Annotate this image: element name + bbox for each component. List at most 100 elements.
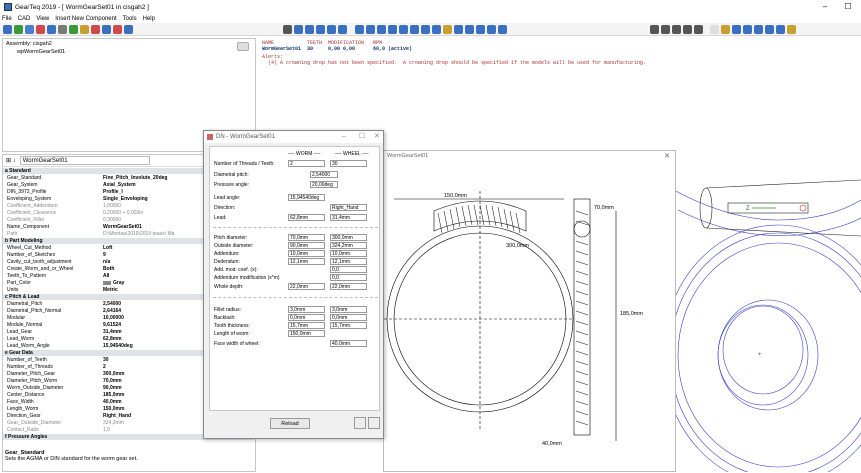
rotate-icon[interactable] bbox=[294, 25, 303, 34]
property-value[interactable]: 30 bbox=[103, 357, 109, 363]
property-value[interactable]: 324,2mm bbox=[103, 420, 124, 426]
menu-cad[interactable]: CAD bbox=[18, 16, 31, 22]
threads-stepper[interactable]: 2 bbox=[288, 160, 325, 167]
dialog-maximize-button[interactable]: ☐ bbox=[359, 131, 365, 143]
ded-wheel-field[interactable]: 12,1mm bbox=[330, 258, 367, 265]
property-value[interactable]: Gray bbox=[103, 280, 124, 286]
gear-icon[interactable] bbox=[91, 25, 100, 34]
light-icon[interactable] bbox=[443, 25, 452, 34]
wd-wheel-field[interactable]: 22,0mm bbox=[330, 283, 367, 290]
print-icon[interactable] bbox=[283, 25, 292, 34]
gear-icon[interactable] bbox=[36, 25, 45, 34]
add-wheel-field[interactable]: 10,0mm bbox=[330, 250, 367, 257]
ded-worm-field[interactable]: 12,1mm bbox=[288, 258, 325, 265]
property-value[interactable]: 90,0mm bbox=[103, 385, 122, 391]
settings-icon[interactable] bbox=[368, 417, 380, 429]
view-icon[interactable] bbox=[421, 25, 430, 34]
grid-icon[interactable] bbox=[487, 25, 496, 34]
fr-wheel-field[interactable]: 3,0mm bbox=[330, 306, 367, 313]
menu-view[interactable]: View bbox=[36, 16, 49, 22]
menu-insert[interactable]: Insert New Component bbox=[55, 16, 116, 22]
la-field[interactable]: 15,94540deg bbox=[288, 194, 325, 201]
gear-icon[interactable] bbox=[25, 25, 34, 34]
new-icon[interactable] bbox=[710, 25, 719, 34]
am-field[interactable]: 0,0 bbox=[330, 274, 367, 281]
gear-icon[interactable] bbox=[3, 25, 12, 34]
worm-icon[interactable] bbox=[124, 25, 133, 34]
lead-wheel-field[interactable]: 31,4mm bbox=[330, 214, 367, 221]
gear-icon[interactable] bbox=[776, 25, 785, 34]
view-icon[interactable] bbox=[388, 25, 397, 34]
view-icon[interactable] bbox=[355, 25, 364, 34]
property-value[interactable]: 0,20000 + 0,002in bbox=[103, 210, 143, 216]
tt-wheel-field[interactable]: 15,7mm bbox=[330, 322, 367, 329]
settings-icon[interactable] bbox=[787, 25, 796, 34]
property-value[interactable]: 0,30000 bbox=[103, 217, 121, 223]
property-value[interactable]: n/a bbox=[103, 259, 110, 265]
teeth-stepper[interactable]: 30 bbox=[330, 160, 367, 167]
sphere-icon[interactable] bbox=[432, 25, 441, 34]
gear-icon[interactable] bbox=[80, 25, 89, 34]
tree-item[interactable]: wpWormGearSet01 bbox=[17, 49, 65, 55]
pan-icon[interactable] bbox=[327, 25, 336, 34]
step-forward-icon[interactable] bbox=[694, 25, 703, 34]
property-value[interactable]: Single_Enveloping bbox=[103, 196, 148, 202]
tt-worm-field[interactable]: 15,7mm bbox=[288, 322, 325, 329]
property-value[interactable]: 70,0mm bbox=[103, 378, 122, 384]
property-value[interactable]: 9 bbox=[103, 252, 106, 258]
reload-button[interactable]: Reload bbox=[270, 418, 310, 429]
property-value[interactable]: 2 bbox=[103, 364, 106, 370]
bl-worm-field[interactable]: 0,0mm bbox=[288, 314, 325, 321]
property-value[interactable]: 150,0mm bbox=[103, 406, 124, 412]
pause-icon[interactable] bbox=[650, 25, 659, 34]
gear-icon[interactable] bbox=[14, 25, 23, 34]
property-value[interactable]: Right_Hand bbox=[103, 413, 131, 419]
gear-icon[interactable] bbox=[69, 25, 78, 34]
od-wheel-field[interactable]: 324,2mm bbox=[330, 242, 367, 249]
dp-field[interactable]: 2,54000 bbox=[310, 171, 338, 178]
view-icon[interactable] bbox=[366, 25, 375, 34]
property-value[interactable]: D:\Montaa\2019\2019 teaas\ Ma bbox=[103, 231, 174, 237]
menu-tools[interactable]: Tools bbox=[123, 16, 137, 22]
property-value[interactable]: 15,94540deg bbox=[103, 343, 133, 349]
menu-help[interactable]: Help bbox=[143, 16, 155, 22]
property-value[interactable]: 31,4mm bbox=[103, 329, 122, 335]
camera-icon[interactable] bbox=[237, 42, 249, 51]
open-icon[interactable] bbox=[721, 25, 730, 34]
property-value[interactable]: Axial_System bbox=[103, 182, 136, 188]
fr-worm-field[interactable]: 3,0mm bbox=[288, 306, 325, 313]
property-value[interactable]: All bbox=[103, 273, 109, 279]
export-icon[interactable] bbox=[765, 25, 774, 34]
amc-field[interactable]: 0,0 bbox=[330, 266, 367, 273]
bl-wheel-field[interactable]: 0,0mm bbox=[330, 314, 367, 321]
component-selector[interactable]: WormGearSet01 bbox=[19, 156, 150, 165]
grid-icon[interactable] bbox=[465, 25, 474, 34]
property-value[interactable]: 40,0mm bbox=[103, 399, 122, 405]
tree-root[interactable]: Assembly: cisgah2 bbox=[6, 41, 52, 47]
dialog-minimize-button[interactable]: – bbox=[342, 131, 346, 143]
screw-icon[interactable] bbox=[58, 25, 67, 34]
section-icon[interactable] bbox=[454, 25, 463, 34]
rewind-icon[interactable] bbox=[672, 25, 681, 34]
property-value[interactable]: 300,0mm bbox=[103, 371, 124, 377]
maximize-button[interactable]: ☐ bbox=[838, 1, 858, 13]
property-value[interactable]: Profile_I bbox=[103, 189, 123, 195]
property-value[interactable]: Loft bbox=[103, 245, 112, 251]
property-value[interactable]: 1,0 bbox=[103, 427, 110, 433]
lw-field[interactable]: 150,0mm bbox=[288, 330, 325, 337]
property-value[interactable]: Metric bbox=[103, 287, 118, 293]
save-icon[interactable] bbox=[732, 25, 741, 34]
close-icon[interactable]: ✕ bbox=[374, 131, 380, 143]
property-value[interactable]: Fine_Pitch_Involute_20deg bbox=[103, 175, 167, 181]
pa-field[interactable]: 20,00deg bbox=[310, 181, 338, 188]
menu-file[interactable]: File bbox=[2, 16, 12, 22]
move-icon[interactable] bbox=[338, 25, 347, 34]
grid-icon[interactable] bbox=[476, 25, 485, 34]
minimize-button[interactable]: – bbox=[815, 1, 835, 13]
property-value[interactable]: 9,61524 bbox=[103, 322, 121, 328]
pd-worm-field[interactable]: 70,0mm bbox=[288, 234, 325, 241]
lead-worm-field[interactable]: 62,8mm bbox=[288, 214, 325, 221]
fw-field[interactable]: 40,0mm bbox=[330, 340, 367, 347]
save-icon[interactable] bbox=[743, 25, 752, 34]
forward-icon[interactable] bbox=[683, 25, 692, 34]
